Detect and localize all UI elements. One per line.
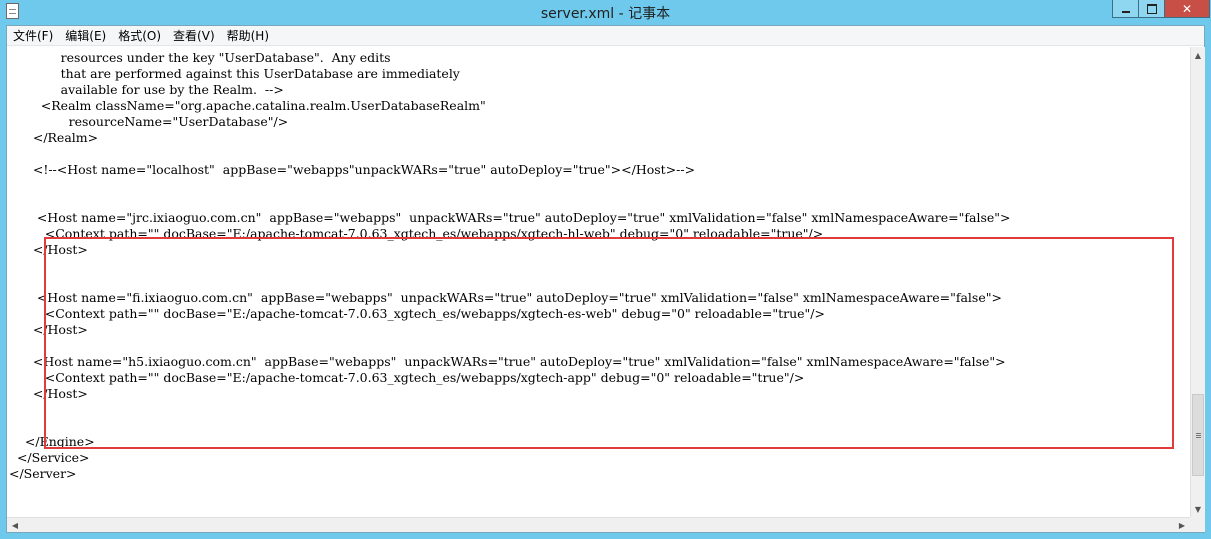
vertical-scroll-thumb[interactable] [1192,394,1204,477]
editor-line[interactable] [9,258,1010,274]
editor-line[interactable] [9,338,1010,354]
scroll-up-icon[interactable]: ▲ [1191,47,1205,63]
editor-line[interactable] [9,418,1010,434]
maximize-button[interactable] [1138,0,1165,18]
menu-help[interactable]: 帮助(H) [221,27,275,44]
editor-line[interactable]: <Realm className="org.apache.catalina.re… [9,98,1010,114]
editor-line[interactable]: <Host name="h5.ixiaoguo.com.cn" appBase=… [9,354,1010,370]
menu-format[interactable]: 格式(O) [112,27,167,44]
menu-file[interactable]: 文件(F) [7,27,59,44]
editor-line[interactable] [9,146,1010,162]
editor-line[interactable]: </Host> [9,386,1010,402]
title-bar[interactable]: server.xml - 记事本 ✕ [0,0,1211,24]
editor-line[interactable]: <Host name="jrc.ixiaoguo.com.cn" appBase… [9,210,1011,226]
editor-line[interactable] [9,402,1010,418]
editor-text[interactable]: resources under the key "UserDatabase". … [9,50,1010,482]
menu-edit[interactable]: 编辑(E) [59,27,112,44]
editor-line[interactable]: <Context path="" docBase="E:/apache-tomc… [9,370,1010,386]
editor-line[interactable]: <Context path="" docBase="E:/apache-tomc… [9,226,1010,242]
editor-line[interactable]: available for use by the Realm. --> [9,82,1010,98]
editor-line[interactable]: </Realm> [9,130,1010,146]
scroll-down-icon[interactable]: ▼ [1191,501,1205,517]
editor-line[interactable]: that are performed against this UserData… [9,66,1010,82]
menu-view[interactable]: 查看(V) [167,27,221,44]
close-icon: ✕ [1181,1,1193,16]
notepad-client-area: 文件(F) 编辑(E) 格式(O) 查看(V) 帮助(H) resources … [6,25,1205,533]
editor-line[interactable]: </Service> [9,450,1010,466]
editor-line[interactable]: </Host> [9,242,1010,258]
editor-line[interactable]: </Server> [9,466,1010,482]
editor-line[interactable]: <Context path="" docBase="E:/apache-tomc… [9,306,1010,322]
window-title: server.xml - 记事本 [540,6,671,22]
menu-bar: 文件(F) 编辑(E) 格式(O) 查看(V) 帮助(H) [7,26,1204,46]
editor-line[interactable] [9,178,1010,194]
scrollbar-corner [1190,517,1205,532]
thumb-grip-line [1196,437,1201,439]
editor-line[interactable]: resourceName="UserDatabase"/> [9,114,1010,130]
horizontal-scrollbar[interactable]: ◀ ▶ [7,517,1190,532]
maximize-icon [1146,3,1157,14]
editor-line[interactable]: <Host name="fi.ixiaoguo.com.cn" appBase=… [9,290,1010,306]
scroll-left-icon[interactable]: ◀ [7,518,23,532]
editor-line[interactable]: </Engine> [9,434,1010,450]
text-editor[interactable]: resources under the key "UserDatabase". … [7,47,1190,517]
thumb-grip-line [1196,433,1201,435]
editor-line[interactable]: resources under the key "UserDatabase". … [9,50,1010,66]
minimize-button[interactable] [1112,0,1139,18]
editor-line[interactable] [9,194,1010,210]
editor-line[interactable]: </Host> [9,322,1010,338]
vertical-scrollbar[interactable]: ▲ ▼ [1190,47,1205,517]
close-button[interactable]: ✕ [1164,0,1210,18]
minimize-icon [1121,10,1130,13]
thumb-grip-line [1196,435,1201,437]
scroll-right-icon[interactable]: ▶ [1174,518,1190,532]
editor-line[interactable] [9,274,1010,290]
editor-line[interactable]: <!--<Host name="localhost" appBase="weba… [9,162,1010,178]
